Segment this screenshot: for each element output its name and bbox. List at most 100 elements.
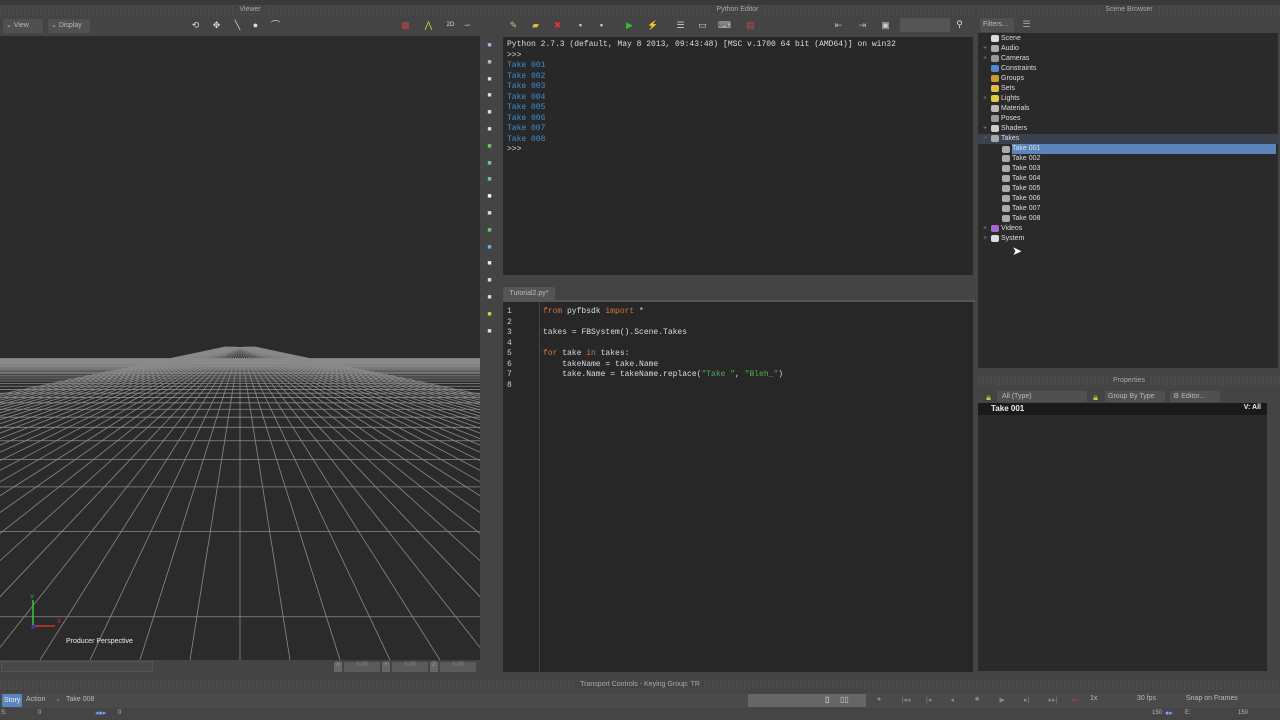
curve-icon[interactable]: ⋀ bbox=[423, 20, 434, 31]
editor-button[interactable]: ⚙ Editor... bbox=[1170, 391, 1220, 402]
cube-icon[interactable]: ■ bbox=[484, 191, 495, 202]
tree-item[interactable]: Take 006 bbox=[978, 194, 1040, 204]
display-menu-button[interactable]: ⌄ Display bbox=[48, 19, 90, 33]
search-field[interactable] bbox=[900, 18, 950, 32]
expand-toggle-icon[interactable]: + bbox=[983, 44, 987, 54]
bone-icon[interactable]: ■ bbox=[484, 292, 495, 303]
ruler-icon[interactable]: ▦ bbox=[400, 20, 411, 31]
loop-icon[interactable]: ↩ bbox=[1070, 695, 1081, 706]
path-icon[interactable]: ■ bbox=[484, 225, 495, 236]
view-menu-button[interactable]: ⌄ View bbox=[3, 19, 43, 33]
single-view-icon[interactable]: ▯ bbox=[825, 695, 829, 704]
tree-item[interactable]: + Audio bbox=[978, 44, 1019, 54]
group-by-dropdown[interactable]: Group By Type bbox=[1105, 391, 1165, 402]
manipulator-icon[interactable]: ■ bbox=[484, 124, 495, 135]
filters-button[interactable]: Filters... bbox=[980, 18, 1014, 32]
zoom-icon[interactable]: ● bbox=[250, 20, 261, 31]
timeline-mode-selector[interactable]: ▯ ▯▯ bbox=[748, 694, 866, 707]
paint-icon[interactable]: ■ bbox=[484, 242, 495, 253]
record-icon[interactable]: ● bbox=[877, 696, 881, 703]
prev-frame-icon[interactable]: ◂ bbox=[951, 696, 955, 704]
play-icon[interactable]: ▶ bbox=[1000, 696, 1005, 704]
tree-item[interactable]: Constraints bbox=[978, 64, 1036, 74]
list-icon[interactable]: ☰ bbox=[675, 20, 686, 31]
close-script-icon[interactable]: ✖ bbox=[552, 20, 563, 31]
end-handle-icon[interactable]: ●▸ bbox=[1165, 709, 1173, 717]
dolly-icon[interactable]: ╲ bbox=[232, 20, 243, 31]
lock-icon[interactable]: ■ bbox=[484, 57, 495, 68]
expand-toggle-icon[interactable]: + bbox=[983, 124, 987, 134]
lock-icon[interactable]: 🔒︎ bbox=[1090, 392, 1101, 403]
take-dropdown-icon[interactable]: ⌄ bbox=[55, 695, 61, 703]
tree-item[interactable]: Take 001 bbox=[1002, 144, 1276, 154]
tree-item[interactable]: Take 005 bbox=[978, 184, 1040, 194]
save-as-icon[interactable]: ▪ bbox=[596, 20, 607, 31]
open-folder-icon[interactable]: ▰ bbox=[530, 20, 541, 31]
select-icon[interactable]: ■ bbox=[484, 40, 495, 51]
box-icon[interactable]: ■ bbox=[484, 208, 495, 219]
rotate-icon[interactable]: ■ bbox=[484, 90, 495, 101]
expand-toggle-icon[interactable]: − bbox=[983, 134, 987, 144]
comment-icon[interactable]: ⇥ bbox=[857, 20, 868, 31]
coord-value-field[interactable]: 0.00 bbox=[344, 662, 380, 672]
tree-item[interactable]: + System bbox=[978, 234, 1024, 244]
go-end-icon[interactable]: ▸▸| bbox=[1049, 696, 1058, 704]
character-icon[interactable]: ■ bbox=[484, 174, 495, 185]
go-start-icon[interactable]: |◂◂ bbox=[902, 696, 911, 704]
expand-toggle-icon[interactable]: + bbox=[983, 224, 987, 234]
stop-icon[interactable]: ■ bbox=[975, 696, 979, 703]
search-icon[interactable]: ⚲ bbox=[954, 19, 965, 30]
tree-item[interactable]: Take 002 bbox=[978, 154, 1040, 164]
end-frame-field[interactable]: 150 bbox=[1238, 710, 1248, 716]
tree-item[interactable]: Groups bbox=[978, 74, 1024, 84]
actor-icon[interactable]: ■ bbox=[484, 158, 495, 169]
shortcut-icon[interactable]: ⌨ bbox=[718, 20, 731, 31]
action-tab[interactable]: Action bbox=[26, 696, 45, 703]
arc-icon[interactable]: ⌒ bbox=[270, 20, 281, 31]
expand-toggle-icon[interactable]: + bbox=[983, 54, 987, 64]
expand-toggle-icon[interactable]: + bbox=[983, 234, 987, 244]
tree-item[interactable]: + Videos bbox=[978, 224, 1022, 234]
tree-item[interactable]: Materials bbox=[978, 104, 1029, 114]
orbit-icon[interactable]: ⟲ bbox=[190, 20, 201, 31]
timeline-handle-icon[interactable]: ◂●▸ bbox=[95, 709, 106, 717]
options-icon[interactable]: ☰ bbox=[1021, 19, 1032, 30]
tree-item[interactable]: + Lights bbox=[978, 94, 1020, 104]
next-frame-icon[interactable]: ▸| bbox=[1024, 696, 1029, 704]
light-icon[interactable]: ■ bbox=[484, 309, 495, 320]
viewer-command-field[interactable] bbox=[1, 661, 153, 672]
console-icon[interactable]: ▭ bbox=[697, 20, 708, 31]
speed-dropdown[interactable]: 1x bbox=[1090, 695, 1130, 702]
tree-item[interactable]: Take 007 bbox=[978, 204, 1040, 214]
frame-icon[interactable]: ■ bbox=[484, 326, 495, 337]
link-icon[interactable]: ∽ bbox=[462, 20, 473, 31]
story-tab[interactable]: Story bbox=[2, 694, 23, 707]
lock-icon[interactable]: 🔒︎ bbox=[983, 392, 994, 403]
tree-item[interactable]: Scene bbox=[978, 34, 1021, 44]
tree-item[interactable]: + Cameras bbox=[978, 54, 1029, 64]
coord-value-field[interactable]: 0.00 bbox=[392, 662, 428, 672]
viewport[interactable]: Y X Producer Perspective bbox=[0, 36, 480, 660]
script-tab[interactable]: Tutorial2.py* bbox=[503, 287, 555, 300]
tree-item[interactable]: Poses bbox=[978, 114, 1020, 124]
pan-icon[interactable]: ✥ bbox=[211, 20, 222, 31]
type-filter-dropdown[interactable]: All (Type) bbox=[997, 391, 1087, 402]
split-view-icon[interactable]: ▯▯ bbox=[840, 695, 849, 704]
indent-icon[interactable]: ⇤ bbox=[833, 20, 844, 31]
tree-item[interactable]: Take 003 bbox=[978, 164, 1040, 174]
scale-icon[interactable]: ■ bbox=[484, 107, 495, 118]
save-icon[interactable]: ▪ bbox=[575, 20, 586, 31]
start-frame-field[interactable]: 0 bbox=[38, 710, 41, 716]
new-script-icon[interactable]: ✎ bbox=[508, 20, 519, 31]
run-selection-icon[interactable]: ⚡ bbox=[647, 20, 658, 31]
translate-icon[interactable]: ■ bbox=[484, 74, 495, 85]
2d-icon[interactable]: 2D bbox=[445, 20, 456, 31]
aim-icon[interactable]: ■ bbox=[484, 275, 495, 286]
view-filter-label[interactable]: V: All bbox=[1244, 404, 1261, 411]
clear-icon[interactable]: ▤ bbox=[745, 20, 756, 31]
snap-dropdown[interactable]: Snap on Frames bbox=[1186, 695, 1266, 702]
code-editor[interactable]: 1 from pyfbsdk import * 2 3 takes = FBSystem… bbox=[503, 302, 973, 672]
fps-dropdown[interactable]: 30 fps bbox=[1137, 695, 1179, 702]
sphere-icon[interactable]: ■ bbox=[484, 258, 495, 269]
python-console[interactable]: Python 2.7.3 (default, May 8 2013, 09:43… bbox=[503, 37, 973, 275]
